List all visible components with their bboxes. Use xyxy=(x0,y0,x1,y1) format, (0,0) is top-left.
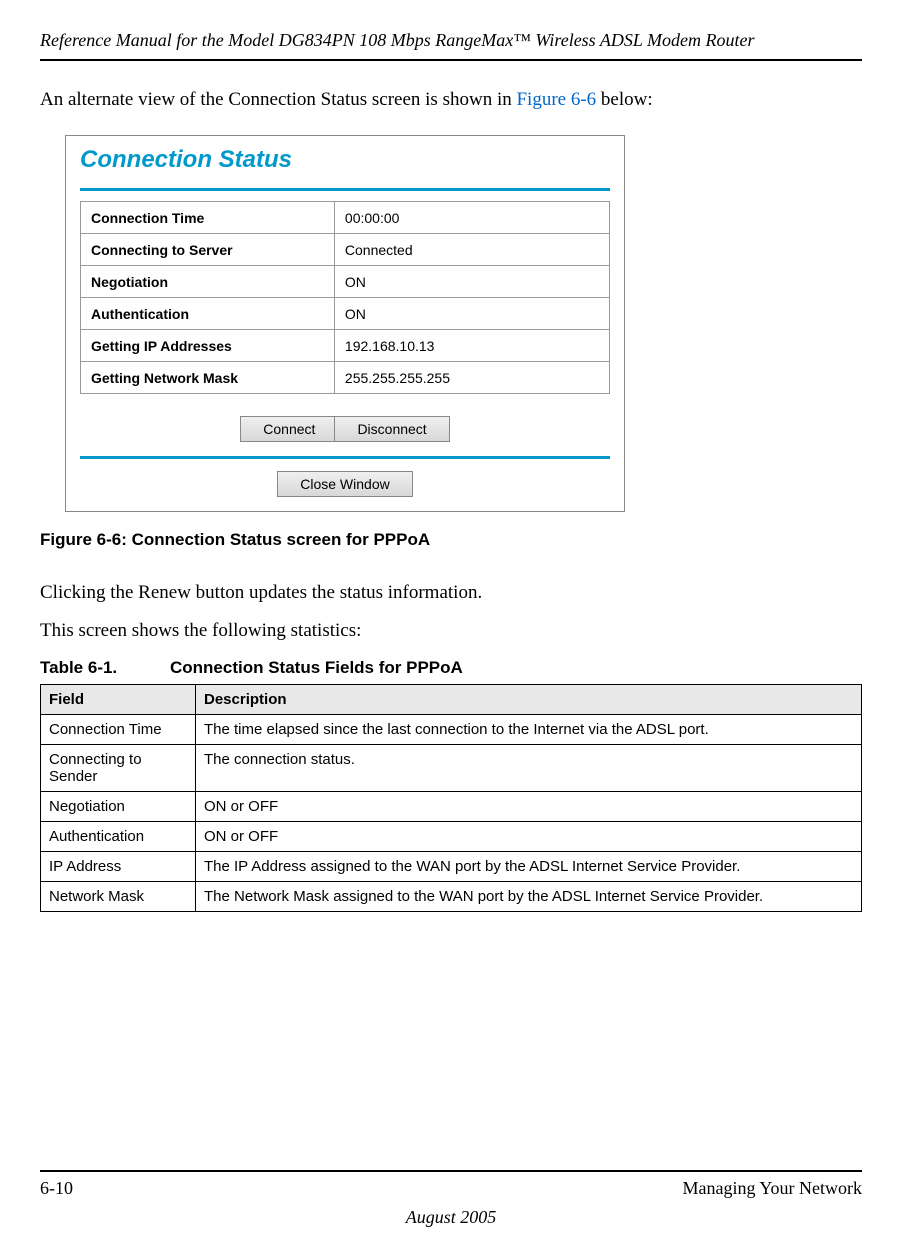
figure-link[interactable]: Figure 6-6 xyxy=(516,89,596,110)
intro-pre: An alternate view of the Connection Stat… xyxy=(40,89,516,110)
table-row: Connecting to Sender The connection stat… xyxy=(41,745,862,792)
field-cell: Connection Time xyxy=(41,715,196,745)
desc-cell: The IP Address assigned to the WAN port … xyxy=(196,852,862,882)
footer-date: August 2005 xyxy=(40,1207,862,1228)
table-row: Authentication ON xyxy=(81,298,610,330)
header-field: Field xyxy=(41,685,196,715)
screenshot-rule-top xyxy=(80,188,610,191)
page-header-title: Reference Manual for the Model DG834PN 1… xyxy=(40,30,862,51)
figure-caption: Figure 6-6: Connection Status screen for… xyxy=(40,530,862,550)
status-label: Getting Network Mask xyxy=(81,362,335,394)
screenshot-rule-bottom xyxy=(80,456,610,459)
field-cell: IP Address xyxy=(41,852,196,882)
table-number: Table 6-1. xyxy=(40,658,170,678)
paragraph-renew: Clicking the Renew button updates the st… xyxy=(40,582,862,604)
table-row: Getting Network Mask 255.255.255.255 xyxy=(81,362,610,394)
button-row: ConnectDisconnect xyxy=(80,416,610,442)
connection-status-table: Connection Time 00:00:00 Connecting to S… xyxy=(80,201,610,394)
desc-cell: ON or OFF xyxy=(196,792,862,822)
status-value: 192.168.10.13 xyxy=(334,330,609,362)
status-value: Connected xyxy=(334,234,609,266)
table-row: Getting IP Addresses 192.168.10.13 xyxy=(81,330,610,362)
status-value: 00:00:00 xyxy=(334,202,609,234)
status-label: Authentication xyxy=(81,298,335,330)
status-value: ON xyxy=(334,266,609,298)
table-row: Connection Time 00:00:00 xyxy=(81,202,610,234)
table-row: Negotiation ON or OFF xyxy=(41,792,862,822)
table-header-row: Field Description xyxy=(41,685,862,715)
desc-cell: The Network Mask assigned to the WAN por… xyxy=(196,882,862,912)
status-label: Connection Time xyxy=(81,202,335,234)
status-label: Getting IP Addresses xyxy=(81,330,335,362)
table-row: Connecting to Server Connected xyxy=(81,234,610,266)
table-title: Connection Status Fields for PPPoA xyxy=(170,658,463,677)
table-row: Negotiation ON xyxy=(81,266,610,298)
header-description: Description xyxy=(196,685,862,715)
status-label: Negotiation xyxy=(81,266,335,298)
table-row: Connection Time The time elapsed since t… xyxy=(41,715,862,745)
button-row-close: Close Window xyxy=(80,471,610,497)
field-cell: Negotiation xyxy=(41,792,196,822)
disconnect-button[interactable]: Disconnect xyxy=(334,416,449,442)
header-rule xyxy=(40,59,862,61)
status-value: ON xyxy=(334,298,609,330)
status-label: Connecting to Server xyxy=(81,234,335,266)
table-caption: Table 6-1.Connection Status Fields for P… xyxy=(40,658,862,678)
description-table: Field Description Connection Time The ti… xyxy=(40,684,862,912)
desc-cell: The time elapsed since the last connecti… xyxy=(196,715,862,745)
connect-button[interactable]: Connect xyxy=(240,416,338,442)
intro-post: below: xyxy=(596,89,652,110)
desc-cell: The connection status. xyxy=(196,745,862,792)
connection-status-screenshot: Connection Status Connection Time 00:00:… xyxy=(65,135,625,512)
desc-cell: ON or OFF xyxy=(196,822,862,852)
field-cell: Network Mask xyxy=(41,882,196,912)
paragraph-statistics: This screen shows the following statisti… xyxy=(40,620,862,642)
page-number: 6-10 xyxy=(40,1178,73,1199)
table-row: IP Address The IP Address assigned to th… xyxy=(41,852,862,882)
intro-paragraph: An alternate view of the Connection Stat… xyxy=(40,89,862,111)
close-window-button[interactable]: Close Window xyxy=(277,471,412,497)
screenshot-title: Connection Status xyxy=(80,146,610,174)
footer-section: Managing Your Network xyxy=(683,1178,863,1199)
status-value: 255.255.255.255 xyxy=(334,362,609,394)
field-cell: Connecting to Sender xyxy=(41,745,196,792)
field-cell: Authentication xyxy=(41,822,196,852)
footer-rule xyxy=(40,1170,862,1172)
page-footer: 6-10 Managing Your Network August 2005 xyxy=(40,1170,862,1228)
footer-row: 6-10 Managing Your Network xyxy=(40,1178,862,1199)
table-row: Authentication ON or OFF xyxy=(41,822,862,852)
table-row: Network Mask The Network Mask assigned t… xyxy=(41,882,862,912)
